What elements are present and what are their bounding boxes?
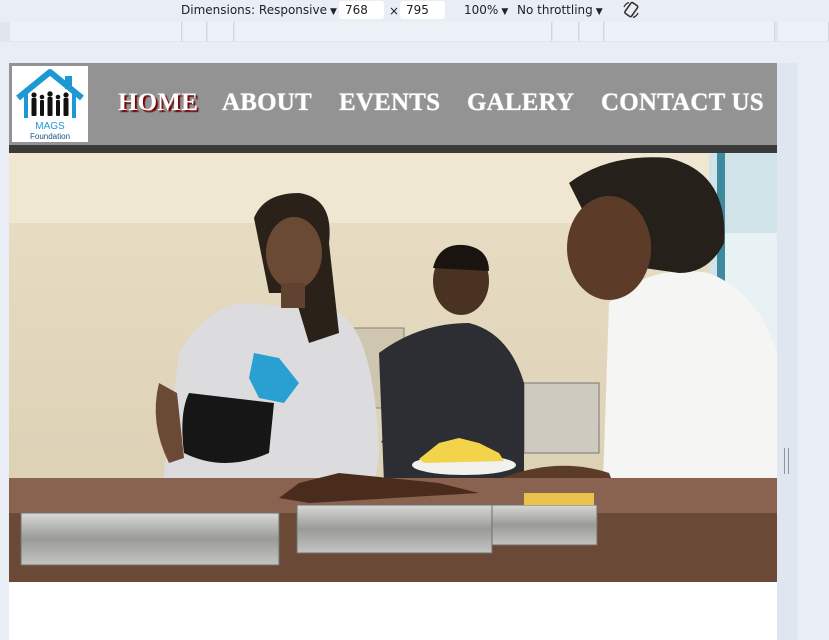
- zoom-dropdown[interactable]: 100% ▼: [464, 3, 508, 17]
- ruler-segment[interactable]: [580, 22, 604, 41]
- chevron-down-icon: ▼: [595, 7, 603, 17]
- site-navbar: MAGS Foundation HOME ABOUT EVENTS GALERY…: [9, 63, 777, 145]
- zoom-label: 100%: [464, 3, 499, 17]
- viewport-resize-track: [777, 63, 797, 640]
- nav-about[interactable]: ABOUT: [222, 89, 312, 117]
- ruler-segment[interactable]: [235, 22, 552, 41]
- navbar-divider: [9, 145, 777, 153]
- mags-foundation-logo[interactable]: MAGS Foundation: [12, 66, 88, 142]
- chevron-down-icon: ▼: [501, 7, 509, 17]
- viewport-resize-handle[interactable]: [784, 448, 789, 474]
- throttling-dropdown[interactable]: No throttling ▼: [517, 3, 603, 17]
- emulated-viewport: MAGS Foundation HOME ABOUT EVENTS GALERY…: [9, 63, 777, 640]
- times-separator: ×: [389, 4, 400, 18]
- nav-home[interactable]: HOME: [118, 89, 198, 117]
- height-input[interactable]: 795: [400, 1, 445, 19]
- ruler-segment[interactable]: [778, 22, 829, 41]
- nav-contact-us[interactable]: CONTACT US: [601, 89, 764, 117]
- ruler-segment[interactable]: [208, 22, 234, 41]
- nav-events[interactable]: EVENTS: [339, 89, 440, 117]
- ruler-segment[interactable]: [10, 22, 182, 41]
- media-query-ruler: [0, 22, 829, 42]
- rotate-icon[interactable]: [622, 1, 640, 19]
- chevron-down-icon: ▼: [329, 7, 337, 17]
- devtools-toolbar: Dimensions: Responsive ▼ 768 × 795 100% ▼ …: [0, 0, 829, 22]
- width-input[interactable]: 768: [339, 1, 384, 19]
- logo-text-mags: MAGS: [35, 121, 65, 132]
- nav-galery[interactable]: GALERY: [467, 89, 574, 117]
- dimensions-label: Dimensions: Responsive: [181, 3, 327, 17]
- ruler-segment[interactable]: [183, 22, 207, 41]
- dimensions-dropdown[interactable]: Dimensions: Responsive ▼: [181, 3, 337, 17]
- hero-photo: [9, 153, 777, 582]
- logo-text-foundation: Foundation: [30, 132, 70, 141]
- ruler-segment[interactable]: [553, 22, 579, 41]
- throttling-label: No throttling: [517, 3, 593, 17]
- ruler-segment[interactable]: [605, 22, 775, 41]
